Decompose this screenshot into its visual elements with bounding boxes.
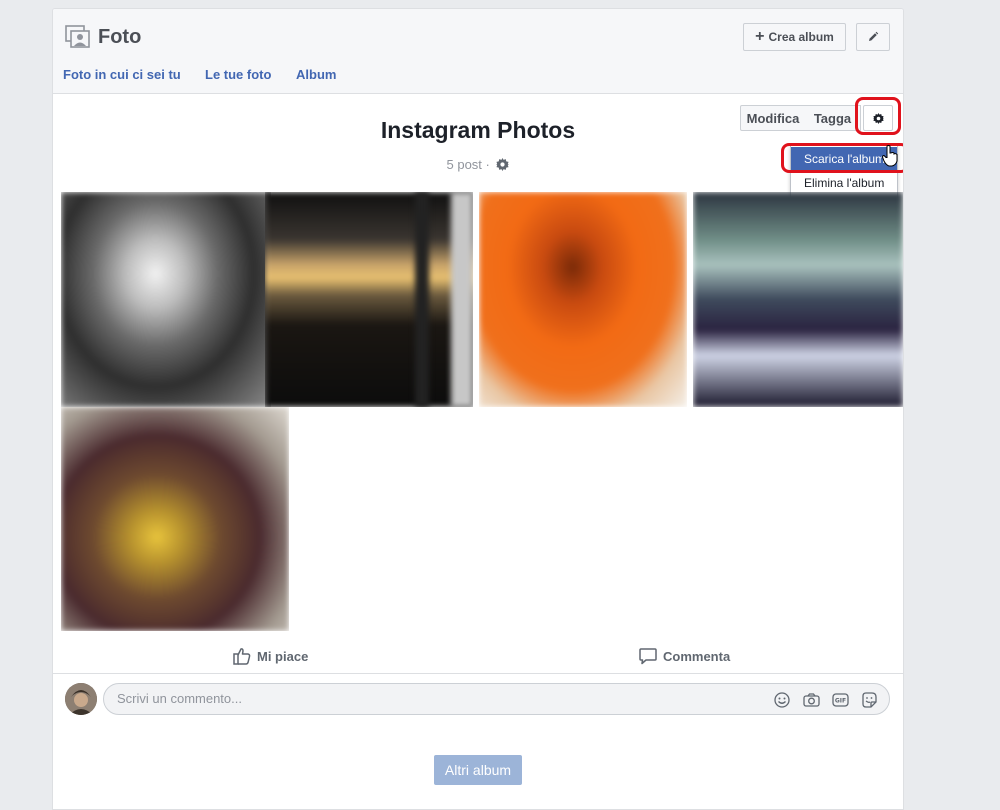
tab-your-photos[interactable]: Le tue foto xyxy=(205,67,271,82)
album-photo[interactable] xyxy=(693,192,903,407)
avatar-image xyxy=(65,683,97,715)
comment-label: Commenta xyxy=(663,648,731,664)
post-count: 5 post · xyxy=(446,157,490,172)
hand-cursor-icon xyxy=(882,145,898,167)
page-title: Foto xyxy=(98,26,142,48)
tab-albums[interactable]: Album xyxy=(296,67,336,82)
create-album-label: Crea album xyxy=(768,30,834,44)
album-photo[interactable] xyxy=(61,407,289,631)
comment-button[interactable]: Commenta xyxy=(639,639,730,673)
gear-icon[interactable] xyxy=(496,158,510,171)
gif-icon[interactable]: GIF xyxy=(832,692,849,708)
tag-button[interactable]: Tagga xyxy=(805,105,861,131)
album-photo[interactable] xyxy=(61,192,271,407)
svg-text:GIF: GIF xyxy=(835,698,846,705)
tab-photos-of-you[interactable]: Foto in cui ci sei tu xyxy=(63,67,181,82)
thumbs-up-icon xyxy=(233,648,251,665)
album-subtitle: 5 post · xyxy=(53,157,903,172)
photo-album-icon xyxy=(65,25,90,48)
sticker-icon[interactable] xyxy=(861,692,877,708)
like-label: Mi piace xyxy=(257,648,309,664)
comment-placeholder: Scrivi un commento... xyxy=(117,691,242,706)
post-actions: Mi piace Commenta xyxy=(53,639,903,674)
edit-album-button[interactable]: Modifica xyxy=(740,105,806,131)
album-photo[interactable] xyxy=(479,192,687,407)
plus-icon: + xyxy=(755,28,765,45)
emoji-icon[interactable] xyxy=(774,692,790,708)
avatar[interactable] xyxy=(65,683,97,715)
album-photo[interactable] xyxy=(265,192,473,407)
like-button[interactable]: Mi piace xyxy=(233,639,308,673)
comment-input[interactable]: Scrivi un commento... GIF xyxy=(103,683,890,715)
camera-icon[interactable] xyxy=(803,692,820,708)
create-album-button[interactable]: + Crea album xyxy=(743,23,846,51)
pencil-icon xyxy=(869,31,879,41)
photos-page: Foto + Crea album Foto in cui ci sei tu … xyxy=(52,8,904,810)
edit-button[interactable] xyxy=(856,23,890,51)
comment-icon xyxy=(639,648,657,665)
more-albums-button[interactable]: Altri album xyxy=(434,755,522,785)
photos-header: Foto + Crea album Foto in cui ci sei tu … xyxy=(53,9,903,94)
highlight-ring-settings xyxy=(855,97,901,135)
